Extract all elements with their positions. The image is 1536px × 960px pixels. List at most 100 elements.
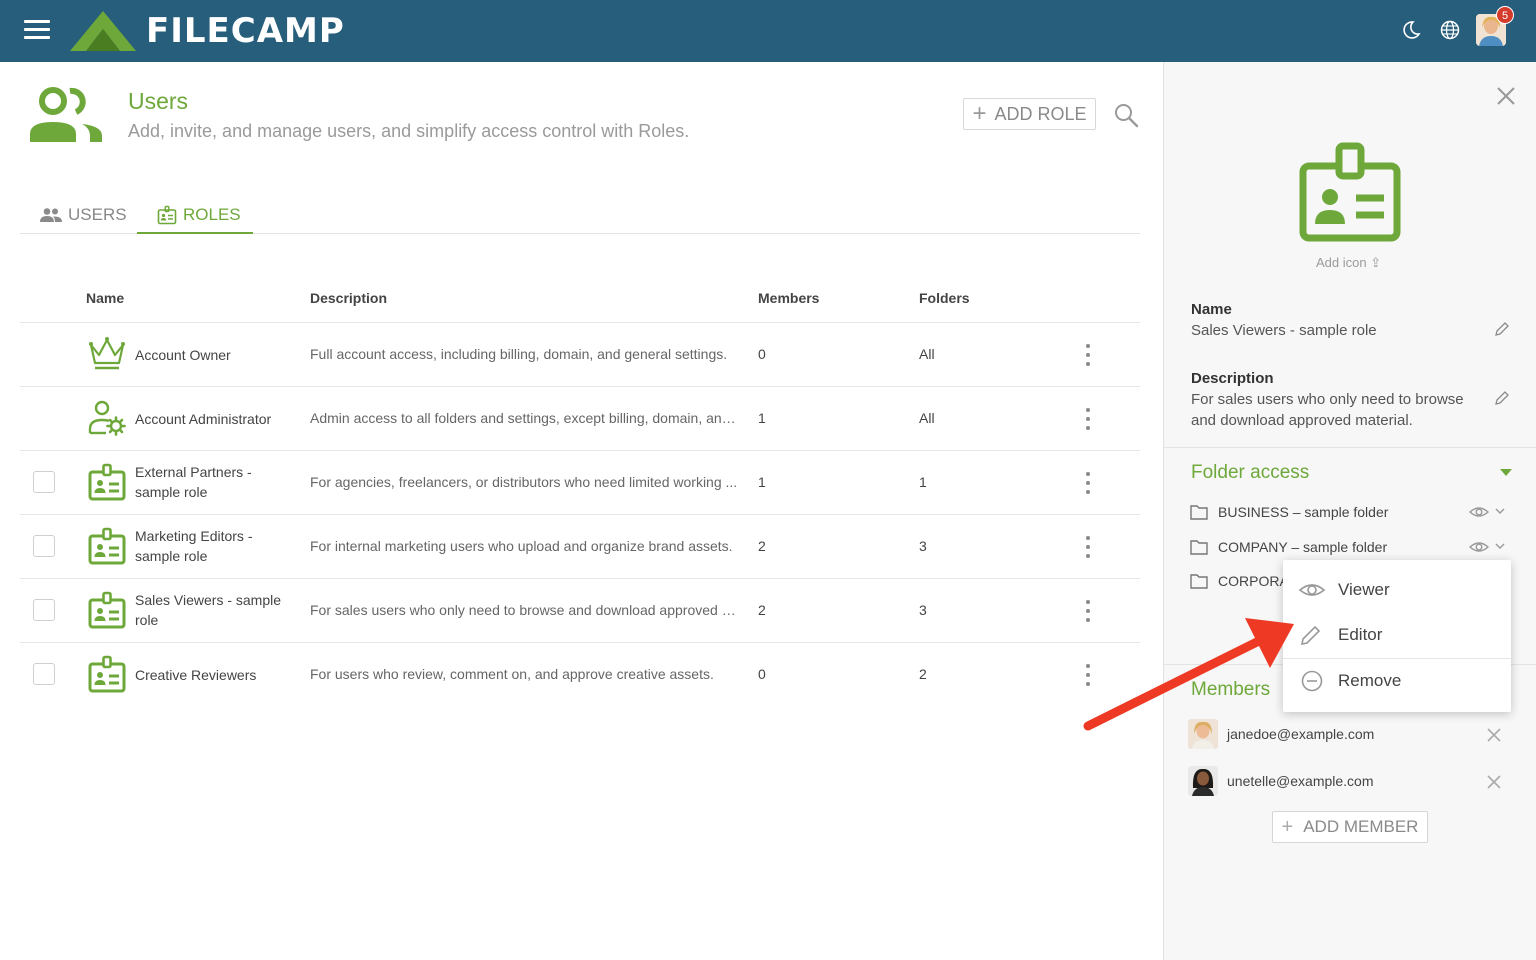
add-member-button[interactable]: + ADD MEMBER: [1272, 811, 1428, 843]
row-more-options-icon[interactable]: [1080, 664, 1096, 686]
id-badge-icon: [88, 655, 126, 693]
tab-users[interactable]: USERS: [40, 196, 127, 234]
tab-roles[interactable]: ROLES: [157, 196, 241, 234]
row-divider: [20, 514, 1140, 515]
role-name[interactable]: Sales Viewers - sample role: [135, 590, 285, 630]
folder-access-item[interactable]: BUSINESS – sample folder: [1190, 501, 1388, 523]
row-more-options-icon[interactable]: [1080, 600, 1096, 622]
upload-icon: ⇪: [1370, 255, 1382, 270]
close-icon[interactable]: [1496, 86, 1516, 106]
role-folders-count: All: [919, 346, 935, 362]
member-avatar: [1188, 719, 1218, 749]
pencil-icon: [1300, 625, 1321, 646]
add-role-button[interactable]: + ADD ROLE: [963, 98, 1096, 130]
column-header-folders[interactable]: Folders: [919, 290, 970, 306]
folder-permission-menu: Viewer Editor Remove: [1283, 560, 1511, 712]
filecamp-logo[interactable]: FILECAMP: [68, 8, 345, 54]
role-name[interactable]: External Partners - sample role: [135, 462, 285, 502]
remove-member-close-icon[interactable]: [1487, 775, 1501, 789]
member-avatar: [1188, 766, 1218, 796]
role-members-count: 2: [758, 538, 766, 554]
add-icon-label: Add icon: [1316, 255, 1367, 270]
column-header-name[interactable]: Name: [86, 290, 124, 306]
row-more-options-icon[interactable]: [1080, 408, 1096, 430]
eye-icon: [1299, 584, 1325, 596]
collapse-caret-icon[interactable]: [1500, 469, 1512, 476]
row-divider: [20, 642, 1140, 643]
role-members-count: 0: [758, 666, 766, 682]
row-more-options-icon[interactable]: [1080, 536, 1096, 558]
menu-item-editor[interactable]: Editor: [1283, 613, 1511, 657]
folder-permission-eye-icon[interactable]: [1469, 504, 1509, 520]
role-name[interactable]: Marketing Editors - sample role: [135, 526, 285, 566]
page-title: Users: [128, 88, 189, 114]
members-title: Members: [1191, 679, 1271, 700]
logo-mountain-icon: [70, 11, 136, 51]
member-email: janedoe@example.com: [1227, 726, 1375, 742]
menu-item-label: Editor: [1338, 625, 1383, 644]
plus-icon: +: [972, 100, 987, 127]
menu-item-label: Remove: [1338, 671, 1402, 690]
role-description: Admin access to all folders and settings…: [310, 410, 740, 426]
dark-mode-moon-icon[interactable]: [1398, 18, 1422, 42]
role-name[interactable]: Account Owner: [135, 345, 285, 365]
row-divider: [20, 450, 1140, 451]
description-label: Description: [1191, 370, 1274, 387]
role-name[interactable]: Account Administrator: [135, 409, 315, 429]
role-description: For agencies, freelancers, or distributo…: [310, 474, 738, 490]
add-icon-link[interactable]: Add icon ⇪: [1316, 255, 1381, 271]
id-badge-icon: [88, 591, 126, 629]
user-gear-icon: [88, 400, 126, 436]
row-divider: [20, 386, 1140, 387]
folder-permission-eye-icon[interactable]: [1469, 539, 1509, 555]
column-header-members[interactable]: Members: [758, 290, 819, 306]
role-description: For users who review, comment on, and ap…: [310, 666, 714, 682]
folder-name: BUSINESS – sample folder: [1218, 504, 1389, 520]
notification-badge[interactable]: 5: [1496, 6, 1514, 24]
crown-icon: [89, 337, 125, 370]
folder-access-item[interactable]: CORPORA: [1190, 570, 1289, 592]
name-label: Name: [1191, 301, 1232, 318]
row-checkbox[interactable]: [33, 471, 55, 493]
row-checkbox[interactable]: [33, 599, 55, 621]
remove-member-close-icon[interactable]: [1487, 728, 1501, 742]
plus-icon: +: [1281, 815, 1294, 838]
role-folders-count: 3: [919, 602, 927, 618]
menu-item-viewer[interactable]: Viewer: [1283, 568, 1511, 612]
role-description: Full account access, including billing, …: [310, 346, 728, 362]
logo-text: FILECAMP: [146, 11, 345, 51]
folder-icon: [1190, 505, 1208, 520]
role-members-count: 1: [758, 410, 766, 426]
users-group-icon: [30, 87, 102, 142]
role-description: For internal marketing users who upload …: [310, 538, 733, 554]
role-folders-count: 1: [919, 474, 927, 490]
minus-circle-icon: [1301, 670, 1323, 692]
folder-access-item[interactable]: COMPANY – sample folder: [1190, 536, 1387, 558]
role-folders-count: 3: [919, 538, 927, 554]
add-role-label: ADD ROLE: [994, 103, 1087, 124]
role-members-count: 0: [758, 346, 766, 362]
search-icon[interactable]: [1113, 102, 1139, 128]
name-value: Sales Viewers - sample role: [1191, 322, 1377, 339]
row-more-options-icon[interactable]: [1080, 472, 1096, 494]
description-value: For sales users who only need to browse …: [1191, 391, 1464, 429]
member-item[interactable]: unetelle@example.com: [1188, 766, 1374, 796]
language-globe-icon[interactable]: [1438, 18, 1462, 42]
menu-item-remove[interactable]: Remove: [1283, 659, 1511, 703]
folder-access-title[interactable]: Folder access: [1191, 462, 1309, 484]
role-members-count: 1: [758, 474, 766, 490]
role-folders-count: All: [919, 410, 935, 426]
edit-description-pencil-icon[interactable]: [1494, 390, 1510, 406]
member-item[interactable]: janedoe@example.com: [1188, 719, 1374, 749]
row-checkbox[interactable]: [33, 535, 55, 557]
folder-icon: [1190, 540, 1208, 555]
row-checkbox[interactable]: [33, 663, 55, 685]
role-name[interactable]: Creative Reviewers: [135, 665, 285, 685]
id-badge-icon: [157, 205, 177, 225]
row-more-options-icon[interactable]: [1080, 344, 1096, 366]
hamburger-menu-icon[interactable]: [24, 20, 50, 40]
column-header-description[interactable]: Description: [310, 290, 387, 306]
tab-users-label: USERS: [68, 205, 127, 224]
id-badge-icon[interactable]: [1298, 142, 1402, 242]
edit-name-pencil-icon[interactable]: [1494, 321, 1510, 337]
